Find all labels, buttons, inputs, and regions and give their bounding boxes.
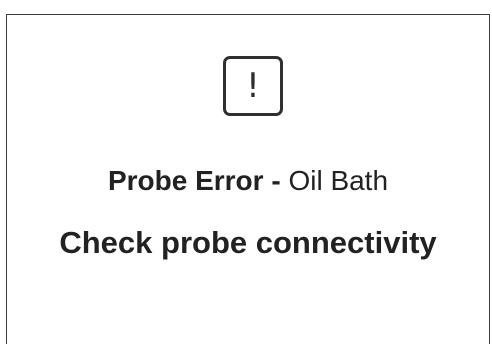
error-message: Check probe connectivity [59,225,437,260]
error-source: Oil Bath [288,165,389,196]
exclamation-icon: ! [223,56,283,116]
error-title: Probe Error [107,165,264,196]
error-panel: ! Probe Error - Oil Bath Check probe con… [6,14,490,344]
error-separator: - [263,165,289,196]
error-heading: Probe Error - Oil Bath [7,165,489,197]
